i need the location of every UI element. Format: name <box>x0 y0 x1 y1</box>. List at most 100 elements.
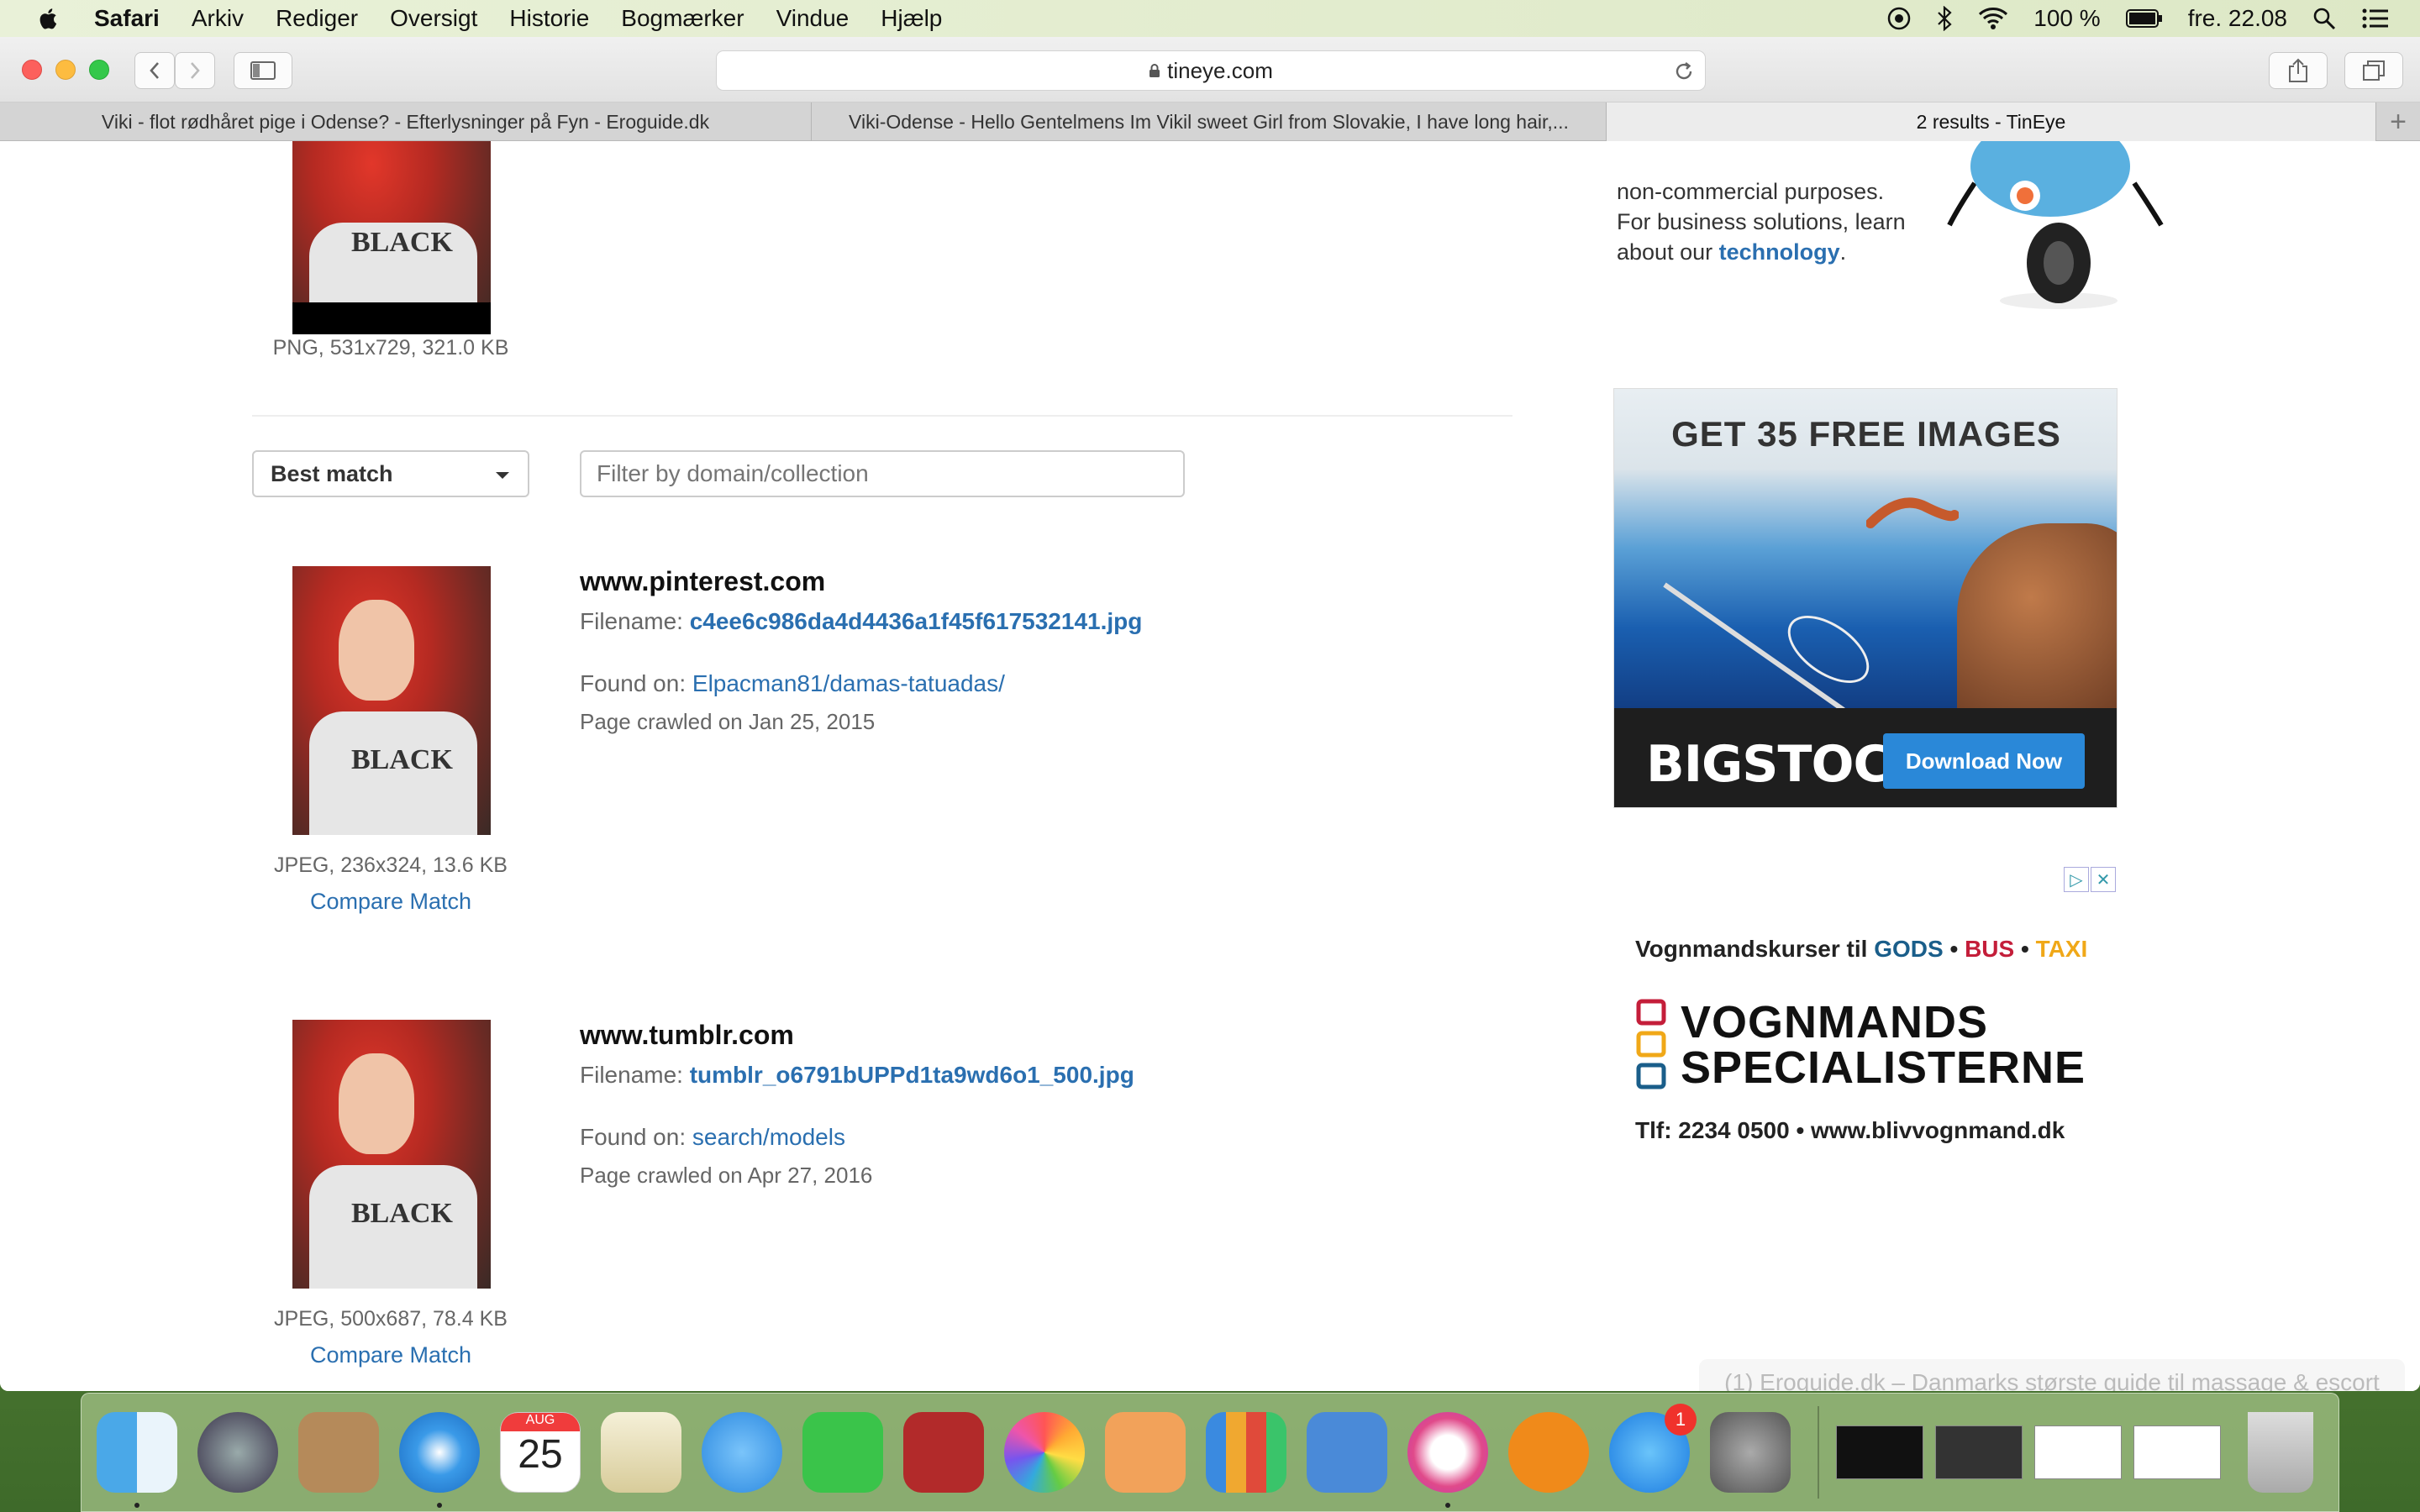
bigstock-ad[interactable]: GET 35 FREE IMAGES BIGSTOCK Download Now <box>1613 388 2118 808</box>
menu-arkiv[interactable]: Arkiv <box>192 5 244 32</box>
tag-bullet-2: • <box>2014 936 2036 962</box>
tab-tineye-results[interactable]: 2 results - TinEye <box>1607 102 2376 141</box>
filename-link[interactable]: tumblr_o6791bUPPd1ta9wd6o1_500.jpg <box>690 1062 1134 1088</box>
result-meta: JPEG, 236x324, 13.6 KB <box>274 853 508 877</box>
contacts-icon[interactable] <box>298 1412 379 1493</box>
vognmand-ad[interactable]: Vognmandskurser til GODS • BUS • TAXI VO… <box>1635 897 2106 1166</box>
bluetooth-icon[interactable] <box>1936 6 1953 31</box>
technology-link[interactable]: technology <box>1719 239 1840 265</box>
share-button[interactable] <box>2269 52 2328 89</box>
running-indicator <box>437 1503 442 1508</box>
running-indicator <box>1445 1503 1450 1508</box>
itunes-icon[interactable] <box>1407 1412 1488 1508</box>
filename-label: Filename: <box>580 608 683 634</box>
minimize-window-button[interactable] <box>55 60 76 80</box>
close-ad-icon[interactable]: ✕ <box>2091 867 2116 892</box>
result-thumbnail[interactable]: BLACK <box>292 141 491 334</box>
tab-eroguide[interactable]: Viki - flot rødhåret pige i Odense? - Ef… <box>0 102 812 141</box>
minimized-window[interactable] <box>2133 1425 2221 1479</box>
sort-select[interactable]: Best match <box>252 450 529 497</box>
minimized-window[interactable] <box>2034 1425 2122 1479</box>
trash-icon[interactable] <box>2248 1412 2313 1493</box>
result-domain: www.tumblr.com <box>580 1020 794 1050</box>
sidebar-line-2: For business solutions, learn <box>1617 209 1906 234</box>
tab-viki-odense[interactable]: Viki-Odense - Hello Gentelmens Im Vikil … <box>812 102 1607 141</box>
sidebar-line-3-prefix: about our <box>1617 239 1719 265</box>
running-indicator <box>134 1503 139 1508</box>
facetime-icon[interactable] <box>802 1412 883 1493</box>
menu-rediger[interactable]: Rediger <box>276 5 358 32</box>
app-store-icon[interactable]: 1 <box>1609 1404 1697 1493</box>
filename-link[interactable]: c4ee6c986da4d4436a1f45f617532141.jpg <box>690 608 1143 634</box>
apple-menu-icon[interactable] <box>35 5 62 32</box>
menu-app-name[interactable]: Safari <box>94 5 160 32</box>
menu-hjaelp[interactable]: Hjælp <box>881 5 942 32</box>
battery-percentage[interactable]: 100 % <box>2033 5 2100 32</box>
pages-icon[interactable] <box>1105 1412 1186 1493</box>
divider <box>252 415 1512 417</box>
found-on-link[interactable]: Elpacman81/damas-tatuadas/ <box>692 670 1005 696</box>
battery-icon[interactable] <box>2125 8 2163 29</box>
crawled-date: Page crawled on Apr 27, 2016 <box>580 1163 873 1188</box>
back-button[interactable] <box>134 52 175 89</box>
ibooks-icon[interactable] <box>1508 1412 1589 1493</box>
result-meta: JPEG, 500x687, 78.4 KB <box>274 1307 508 1331</box>
share-icon <box>2289 58 2307 82</box>
menu-vindue[interactable]: Vindue <box>776 5 850 32</box>
new-tab-button[interactable]: + <box>2376 102 2420 141</box>
compare-match-link[interactable]: Compare Match <box>223 889 559 915</box>
menu-oversigt[interactable]: Oversigt <box>390 5 477 32</box>
tag-bullet-1: • <box>1943 936 1965 962</box>
menu-bogmaerker[interactable]: Bogmærker <box>621 5 744 32</box>
tab-overview-button[interactable] <box>2344 52 2403 89</box>
compare-match-link[interactable]: Compare Match <box>223 1342 559 1368</box>
adchoices-icon[interactable]: ▷ <box>2064 867 2089 892</box>
close-window-button[interactable] <box>22 60 42 80</box>
messages-icon[interactable] <box>702 1412 782 1493</box>
ad-choices[interactable]: ▷ ✕ <box>2064 867 2118 892</box>
download-now-button[interactable]: Download Now <box>1883 733 2085 789</box>
photo-booth-icon[interactable] <box>903 1412 984 1493</box>
dock: AUG 25 1 <box>81 1393 2339 1512</box>
launchpad-icon[interactable] <box>197 1412 278 1493</box>
result-thumbnail[interactable]: BLACK <box>292 566 491 835</box>
menu-clock[interactable]: fre. 22.08 <box>2188 5 2287 32</box>
tabs-icon <box>2363 60 2385 81</box>
menu-bar: Safari Arkiv Rediger Oversigt Historie B… <box>0 0 2420 37</box>
photos-icon[interactable] <box>1004 1412 1085 1493</box>
finder-icon[interactable] <box>97 1412 177 1508</box>
url-text: tineye.com <box>1167 57 1273 83</box>
forward-button[interactable] <box>175 52 215 89</box>
address-bar[interactable]: tineye.com <box>716 50 1706 91</box>
reload-icon[interactable] <box>1673 60 1695 82</box>
calendar-month: AUG <box>501 1413 580 1431</box>
numbers-icon[interactable] <box>1206 1412 1286 1493</box>
ad-diver <box>1866 497 1959 528</box>
sidebar-line-3: about our technology. <box>1617 237 1906 267</box>
minimized-window[interactable] <box>1935 1425 2023 1479</box>
keynote-icon[interactable] <box>1307 1412 1387 1493</box>
sidebar-toggle-button[interactable] <box>234 52 292 89</box>
tag-bus: BUS <box>1965 936 2015 962</box>
calendar-day: 25 <box>518 1432 563 1477</box>
result-domain: www.pinterest.com <box>580 566 826 596</box>
found-on-link[interactable]: search/models <box>692 1124 845 1150</box>
preview-icon[interactable] <box>601 1412 681 1493</box>
notification-center-icon[interactable] <box>2361 7 2390 30</box>
menu-historie[interactable]: Historie <box>509 5 589 32</box>
tag-taxi: TAXI <box>2035 936 2088 962</box>
fullscreen-window-button[interactable] <box>89 60 109 80</box>
spotlight-search-icon[interactable] <box>2312 7 2336 30</box>
system-preferences-icon[interactable] <box>1710 1412 1791 1493</box>
minimized-window[interactable] <box>1836 1425 1923 1479</box>
lock-icon <box>1150 64 1160 77</box>
result-thumbnail[interactable]: BLACK <box>292 1020 491 1289</box>
tag-prefix: Vognmandskurser til <box>1635 936 1875 962</box>
wifi-icon[interactable] <box>1978 7 2008 30</box>
safari-icon[interactable] <box>399 1412 480 1508</box>
plus-icon: + <box>2390 105 2407 138</box>
tab-title: Viki - flot rødhåret pige i Odense? - Ef… <box>101 110 710 133</box>
privacy-icon[interactable] <box>1887 7 1911 30</box>
filter-domain-input[interactable] <box>580 450 1185 497</box>
calendar-icon[interactable]: AUG 25 <box>500 1412 581 1493</box>
